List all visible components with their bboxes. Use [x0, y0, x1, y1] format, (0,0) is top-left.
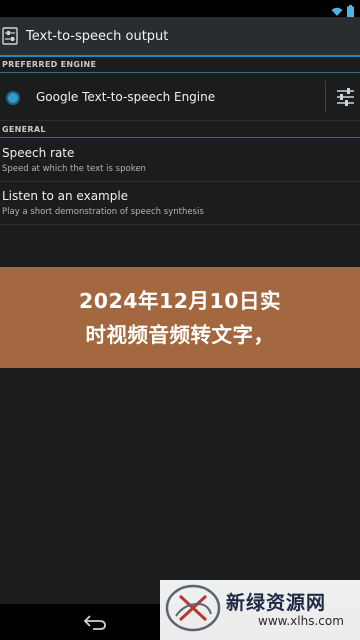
divider: [325, 81, 326, 113]
back-icon[interactable]: [82, 613, 108, 631]
section-header-general: GENERAL: [0, 122, 360, 138]
overlay-banner: 2024年12月10日实 时视频音频转文字，: [0, 267, 360, 368]
pref-listen-example[interactable]: Listen to an example Play a short demons…: [0, 183, 360, 225]
engine-row-google[interactable]: Google Text-to-speech Engine: [0, 75, 360, 121]
engine-radio-selected-icon[interactable]: [8, 93, 18, 103]
section-header-preferred-engine: PREFERRED ENGINE: [0, 57, 360, 73]
page-title: Text-to-speech output: [26, 28, 169, 44]
pref-speech-rate[interactable]: Speech rate Speed at which the text is s…: [0, 140, 360, 182]
pref-summary: Play a short demonstration of speech syn…: [2, 207, 204, 217]
engine-label: Google Text-to-speech Engine: [36, 90, 216, 104]
status-bar: [0, 0, 360, 17]
banner-line-1: 2024年12月10日实: [78, 288, 282, 313]
action-bar: Text-to-speech output: [0, 17, 360, 57]
watermark-logo: [164, 582, 222, 634]
watermark-name: 新绿资源网: [226, 592, 327, 614]
sliders-icon: [337, 88, 354, 106]
tts-settings-icon[interactable]: [2, 24, 20, 48]
watermark: 新绿资源网 www.xlhs.com: [160, 580, 360, 640]
watermark-url: www.xlhs.com: [258, 614, 344, 628]
engine-settings-button[interactable]: [330, 81, 358, 113]
banner-line-2: 时视频音频转文字，: [85, 322, 275, 347]
pref-title: Listen to an example: [2, 189, 129, 203]
pref-title: Speech rate: [2, 146, 75, 160]
pref-summary: Speed at which the text is spoken: [2, 164, 146, 174]
